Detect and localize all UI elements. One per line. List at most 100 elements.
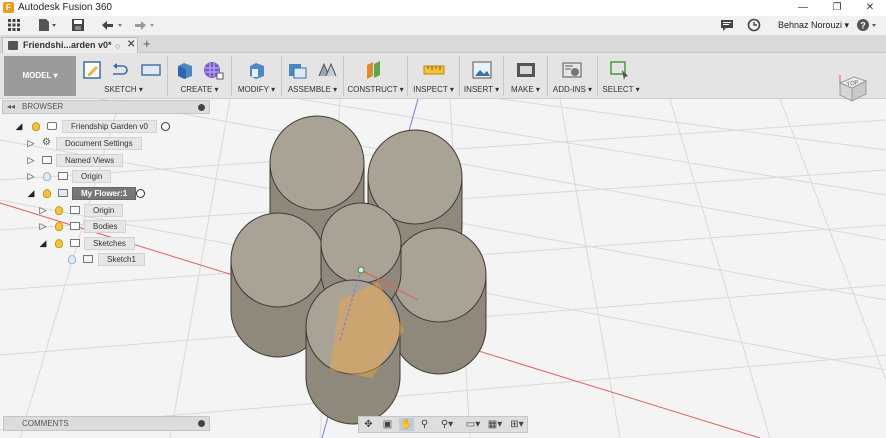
viewports-icon[interactable]: ⊞▾ bbox=[507, 418, 527, 431]
origin-point[interactable] bbox=[357, 266, 365, 274]
collapsed-icon[interactable]: ▷ bbox=[26, 170, 36, 182]
expanded-icon[interactable]: ◢ bbox=[26, 187, 36, 199]
collapsed-icon[interactable]: ▷ bbox=[26, 137, 36, 149]
scripts-icon[interactable] bbox=[561, 60, 583, 80]
add-ins-group[interactable]: ADD-INS ▾ bbox=[548, 56, 598, 96]
close-tab-icon[interactable]: ✕ bbox=[127, 38, 135, 52]
create-sketch-icon[interactable] bbox=[82, 60, 104, 80]
form-icon[interactable] bbox=[202, 60, 224, 80]
visibility-bulb-icon[interactable] bbox=[43, 172, 51, 181]
redo-icon[interactable] bbox=[132, 18, 158, 34]
title-bar: F Autodesk Fusion 360 — ❐ ✕ bbox=[0, 0, 886, 16]
visibility-bulb-icon[interactable] bbox=[55, 206, 63, 215]
workspace-switcher[interactable]: MODEL ▾ bbox=[4, 56, 76, 96]
fit-icon[interactable]: ⚲▾ bbox=[437, 418, 457, 431]
tree-label[interactable]: Friendship Garden v0 bbox=[62, 120, 157, 133]
select-group[interactable]: SELECT ▾ bbox=[598, 56, 644, 96]
activate-radio-icon[interactable] bbox=[136, 189, 145, 198]
collapsed-icon[interactable]: ▷ bbox=[38, 220, 48, 232]
collapse-browser-icon[interactable]: ◂◂ bbox=[7, 101, 15, 113]
document-tab[interactable]: Friendshi...arden v0* ○ ✕ bbox=[2, 37, 138, 53]
new-tab-button[interactable]: + bbox=[143, 36, 151, 52]
sketch-group[interactable]: SKETCH ▾ bbox=[80, 56, 168, 96]
tree-label[interactable]: My Flower:1 bbox=[72, 187, 137, 200]
tree-node-root[interactable]: ◢ Friendship Garden v0 bbox=[14, 120, 194, 133]
tree-node-origin-child[interactable]: ▷ Origin bbox=[38, 204, 188, 217]
tree-node-sketches[interactable]: ◢ Sketches bbox=[38, 237, 188, 250]
modify-group[interactable]: MODIFY ▾ bbox=[232, 56, 282, 96]
tree-label[interactable]: Bodies bbox=[84, 220, 127, 233]
modify-label: MODIFY ▾ bbox=[237, 85, 276, 94]
look-at-icon[interactable]: ▣ bbox=[380, 418, 395, 431]
add-comment-icon[interactable] bbox=[198, 420, 205, 427]
create-group[interactable]: CREATE ▾ bbox=[168, 56, 232, 96]
construct-group[interactable]: CONSTRUCT ▾ bbox=[344, 56, 408, 96]
collapsed-icon[interactable]: ▷ bbox=[26, 154, 36, 166]
new-component-icon[interactable] bbox=[286, 60, 308, 80]
clock-icon[interactable] bbox=[746, 18, 762, 34]
visibility-bulb-icon[interactable] bbox=[55, 239, 63, 248]
offset-plane-icon[interactable] bbox=[364, 60, 386, 80]
gear-icon: ⚙ bbox=[42, 137, 51, 148]
visibility-bulb-icon[interactable] bbox=[68, 255, 76, 264]
comment-icon[interactable] bbox=[719, 18, 735, 34]
pin-icon[interactable] bbox=[198, 104, 205, 111]
undo-icon[interactable] bbox=[100, 18, 126, 34]
comments-title: COMMENTS bbox=[22, 419, 69, 428]
visibility-bulb-icon[interactable] bbox=[43, 189, 51, 198]
expanded-icon[interactable]: ◢ bbox=[14, 120, 24, 132]
tree-node-document-settings[interactable]: ▷ ⚙ Document Settings bbox=[26, 137, 186, 150]
user-menu[interactable]: Behnaz Norouzi ▾ bbox=[778, 20, 849, 31]
tree-node-bodies[interactable]: ▷ Bodies bbox=[38, 220, 188, 233]
tree-label[interactable]: Sketch1 bbox=[98, 253, 145, 266]
grid-icon[interactable] bbox=[6, 18, 22, 34]
insert-image-icon[interactable] bbox=[471, 60, 493, 80]
make-group[interactable]: MAKE ▾ bbox=[504, 56, 548, 96]
line-icon[interactable] bbox=[110, 60, 132, 80]
folder-icon bbox=[70, 222, 80, 230]
expanded-icon[interactable]: ◢ bbox=[38, 237, 48, 249]
inspect-label: INSPECT ▾ bbox=[413, 85, 454, 94]
tree-label[interactable]: Origin bbox=[84, 204, 124, 217]
file-icon[interactable] bbox=[36, 18, 58, 34]
tree-label[interactable]: Named Views bbox=[56, 154, 124, 167]
unsaved-icon: ○ bbox=[115, 41, 121, 51]
visibility-bulb-icon[interactable] bbox=[32, 122, 40, 131]
collapsed-icon[interactable]: ▷ bbox=[38, 204, 48, 216]
joint-icon[interactable] bbox=[316, 60, 338, 80]
zoom-icon[interactable]: ⚲ bbox=[417, 418, 432, 431]
close-button[interactable]: ✕ bbox=[859, 1, 881, 15]
pan-icon[interactable]: ✋ bbox=[399, 418, 414, 431]
inspect-group[interactable]: INSPECT ▾ bbox=[408, 56, 460, 96]
browser-title: BROWSER bbox=[22, 102, 64, 111]
comments-panel[interactable]: COMMENTS bbox=[3, 416, 210, 431]
tree-node-origin[interactable]: ▷ Origin bbox=[26, 170, 186, 183]
press-pull-icon[interactable] bbox=[246, 60, 268, 80]
select-icon[interactable] bbox=[609, 60, 631, 80]
help-icon[interactable]: ? bbox=[856, 18, 880, 34]
orbit-icon[interactable]: ✥ bbox=[361, 418, 376, 431]
create-label: CREATE ▾ bbox=[180, 85, 219, 94]
tree-node-named-views[interactable]: ▷ Named Views bbox=[26, 154, 186, 167]
quick-access-bar: Behnaz Norouzi ▾ ? bbox=[0, 16, 886, 36]
rectangle-icon[interactable] bbox=[140, 60, 162, 80]
assemble-group[interactable]: ASSEMBLE ▾ bbox=[282, 56, 344, 96]
insert-group[interactable]: INSERT ▾ bbox=[460, 56, 504, 96]
tree-node-my-flower[interactable]: ◢ My Flower:1 bbox=[26, 187, 206, 200]
viewcube[interactable]: TOP bbox=[836, 73, 868, 103]
measure-icon[interactable] bbox=[423, 60, 445, 80]
save-icon[interactable] bbox=[70, 18, 86, 34]
tree-label[interactable]: Document Settings bbox=[56, 137, 142, 150]
activate-radio-icon[interactable] bbox=[161, 122, 170, 131]
extrude-icon[interactable] bbox=[174, 60, 196, 80]
visibility-bulb-icon[interactable] bbox=[55, 222, 63, 231]
display-icon[interactable]: ▭▾ bbox=[463, 418, 483, 431]
tree-label[interactable]: Sketches bbox=[84, 237, 135, 250]
minimize-button[interactable]: — bbox=[792, 1, 814, 15]
tree-label[interactable]: Origin bbox=[72, 170, 112, 183]
window-title: Autodesk Fusion 360 bbox=[18, 2, 112, 13]
grid-settings-icon[interactable]: ▦▾ bbox=[485, 418, 505, 431]
tree-node-sketch1[interactable]: Sketch1 bbox=[64, 253, 194, 266]
3d-print-icon[interactable] bbox=[515, 60, 537, 80]
maximize-button[interactable]: ❐ bbox=[826, 1, 848, 15]
